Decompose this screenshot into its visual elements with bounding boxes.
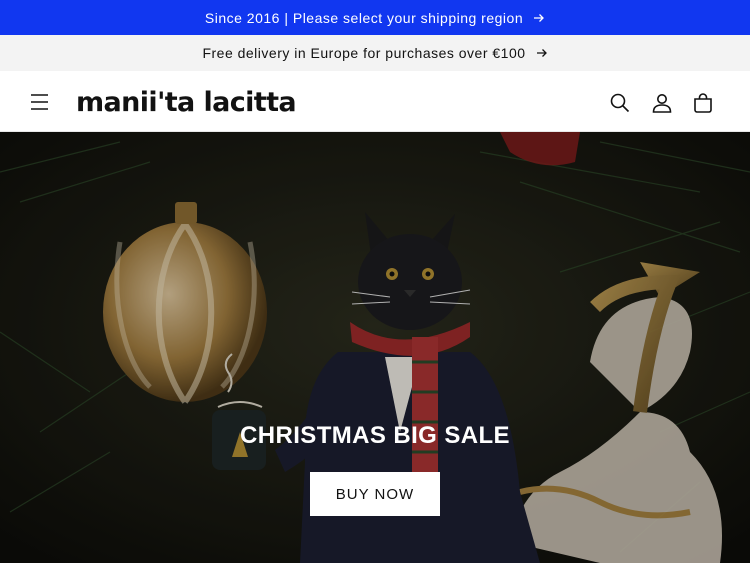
- hero-title: CHRISTMAS BIG SALE: [240, 422, 510, 449]
- hero-banner: CHRISTMAS BIG SALE BUY NOW: [0, 132, 750, 563]
- arrow-right-icon: [533, 13, 545, 23]
- buy-now-button[interactable]: BUY NOW: [310, 472, 440, 516]
- shipping-region-text: Since 2016 | Please select your shipping…: [204, 9, 524, 26]
- search-button[interactable]: [608, 91, 632, 115]
- free-delivery-announcement[interactable]: Free delivery in Europe for purchases ov…: [0, 35, 750, 71]
- cart-button[interactable]: [691, 91, 715, 115]
- cart-icon: [694, 93, 712, 113]
- free-delivery-text: Free delivery in Europe for purchases ov…: [202, 45, 526, 61]
- account-icon: [652, 94, 672, 113]
- search-icon: [610, 93, 630, 113]
- site-header: manii'ta lacitta: [0, 71, 750, 132]
- menu-button[interactable]: [22, 89, 56, 115]
- menu-icon: [31, 94, 48, 110]
- logo[interactable]: manii'ta lacitta: [76, 84, 297, 122]
- shipping-region-announcement[interactable]: Since 2016 | Please select your shipping…: [0, 0, 750, 35]
- arrow-right-icon: [536, 48, 548, 58]
- account-button[interactable]: [650, 91, 674, 115]
